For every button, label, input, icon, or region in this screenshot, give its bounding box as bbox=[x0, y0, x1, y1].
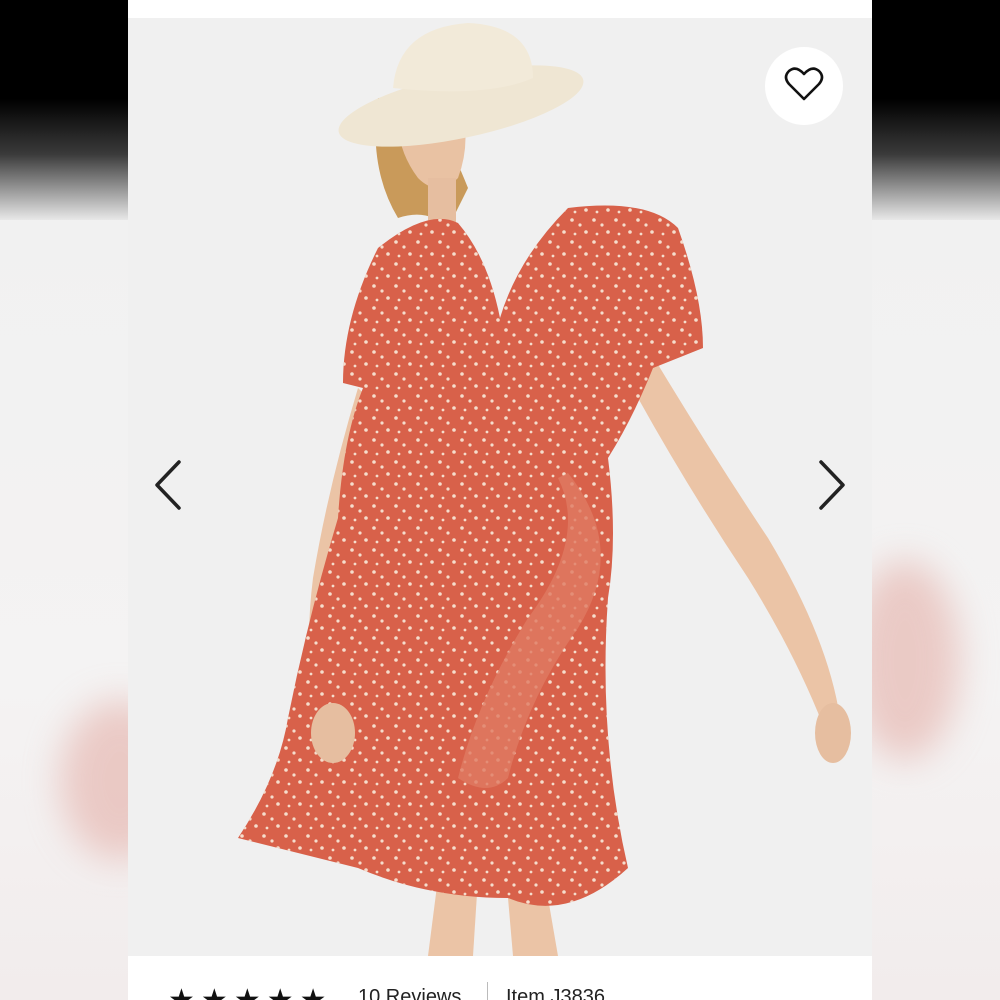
star-rating: ★ ★ ★ ★ ★ bbox=[168, 986, 327, 1000]
star-icon: ★ bbox=[168, 986, 195, 1000]
star-icon: ★ bbox=[201, 986, 228, 1000]
reviews-link[interactable]: 10 Reviews bbox=[358, 986, 461, 1000]
product-image[interactable] bbox=[128, 18, 872, 956]
next-image-button[interactable] bbox=[812, 455, 852, 519]
left-blurred-backdrop bbox=[0, 0, 128, 1000]
chevron-right-icon bbox=[817, 459, 847, 516]
previous-image-button[interactable] bbox=[148, 455, 188, 519]
product-photo-illustration bbox=[128, 18, 872, 956]
product-info-bar: ★ ★ ★ ★ ★ 10 Reviews Item J3836 bbox=[128, 956, 872, 1000]
star-icon: ★ bbox=[267, 986, 294, 1000]
item-number: Item J3836 bbox=[506, 986, 605, 1000]
product-card: ★ ★ ★ ★ ★ 10 Reviews Item J3836 bbox=[128, 0, 872, 1000]
heart-icon bbox=[784, 66, 824, 107]
star-icon: ★ bbox=[300, 986, 327, 1000]
chevron-left-icon bbox=[153, 459, 183, 516]
wishlist-button[interactable] bbox=[765, 47, 843, 125]
divider bbox=[487, 982, 488, 1000]
star-icon: ★ bbox=[234, 986, 261, 1000]
right-blurred-backdrop bbox=[870, 0, 1000, 1000]
